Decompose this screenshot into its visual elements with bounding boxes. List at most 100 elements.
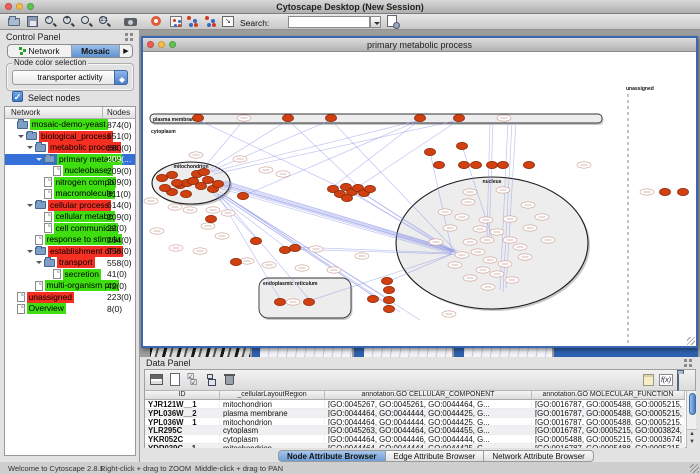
snapshot-icon[interactable] [124,15,138,28]
network-canvas[interactable]: plasma membranemitochondrionnucleusendop… [143,52,696,346]
graph-node-selected[interactable] [384,296,395,303]
help-icon[interactable] [150,15,164,28]
table-cell[interactable]: [GO:0045267, GO:0045261, GO:0044464, G..… [325,400,532,408]
tab-network[interactable]: Network [8,45,72,57]
table-cell[interactable]: [GO:0044464, GO:0044444, GO:0044425, G..… [325,444,532,448]
tree-row-label[interactable]: macromolecule [54,188,116,199]
tree-row[interactable]: nitrogen compo209(0) [5,177,135,189]
expand-triangle-icon[interactable] [27,204,33,210]
open-file-icon[interactable] [7,15,21,28]
table-cell[interactable]: [GO:0016787, GO:0005488, GO:0005215, G..… [532,418,685,426]
graph-node-selected[interactable] [425,148,436,155]
tree-row[interactable]: primary metabol209(... [5,154,135,166]
unselect-attributes-icon[interactable] [205,373,220,387]
search-config-icon[interactable] [386,15,400,28]
table-row[interactable]: YKR052Ccytoplasm[GO:0044464, GO:0044446,… [145,435,685,444]
column-header[interactable]: ID [145,391,220,399]
graph-node-selected[interactable] [181,190,192,197]
graph-node-selected[interactable] [434,161,445,168]
table-row[interactable]: YDR039C__1mitochondrion[GO:0044464, GO:0… [145,444,685,448]
search-input[interactable] [288,16,370,28]
graph-node-selected[interactable] [342,194,353,201]
graph-node-selected[interactable] [199,168,210,175]
float-panel-icon[interactable] [125,33,134,42]
table-cell[interactable]: YLR295C [145,426,220,434]
table-cell[interactable]: [GO:0016787, GO:0005215, GO:0003824, G..… [532,426,685,434]
graph-edge[interactable] [352,120,459,191]
tree-row[interactable]: cellular metabo209(0) [5,211,135,223]
background-window-fragment[interactable] [354,347,364,357]
tree-row-label[interactable]: cellular metabo [54,211,116,222]
tab-edge-attribute-browser[interactable]: Edge Attribute Browser [386,450,485,462]
graph-node-selected[interactable] [365,185,376,192]
graph-node-selected[interactable] [384,305,395,312]
graph-edge[interactable] [208,120,331,172]
column-header[interactable]: annotation.GO CELLULAR_COMPONENT [325,391,532,399]
select-attributes-icon[interactable] [187,373,202,387]
zoom-selected-icon[interactable] [80,15,94,28]
tree-row[interactable]: transport558(0) [5,257,135,269]
graph-node-selected[interactable] [487,161,498,168]
graph-node-selected[interactable] [275,298,286,305]
attribute-table-header[interactable]: ID_cellularLayoutRegionannotation.GO CEL… [145,391,685,400]
tree-row[interactable]: unassigned223(0) [5,292,135,304]
delete-attribute-icon[interactable] [223,373,238,387]
graph-node-selected[interactable] [524,161,535,168]
graph-node-selected[interactable] [368,295,379,302]
link-selection-icon[interactable] [186,15,200,28]
tree-row[interactable]: secretion41(0) [5,269,135,281]
node-color-dropdown[interactable]: transporter activity [12,70,128,85]
graph-edge[interactable] [200,120,244,172]
graph-edge[interactable] [216,192,280,299]
graph-node-selected[interactable] [454,114,465,121]
tree-row[interactable]: cell communicat22(0) [5,223,135,235]
function-builder-icon[interactable]: f(x) [659,373,674,387]
table-cell[interactable]: [GO:0016787, GO:0005488, GO:0005215, G..… [532,409,685,417]
copy-network-icon[interactable] [204,15,218,28]
graph-edge[interactable] [205,120,288,172]
table-row[interactable]: YJR121W__1mitochondrion[GO:0045267, GO:0… [145,400,685,409]
graph-node-selected[interactable] [326,114,337,121]
graph-node-selected[interactable] [415,114,426,121]
table-scrollbar[interactable]: ▲ ▼ [686,391,696,448]
tree-row-label[interactable]: Overview [27,303,66,314]
graph-node-selected[interactable] [471,161,482,168]
tree-row-label[interactable]: mosaic-demo-yeast [30,119,108,130]
network-overview-icon[interactable] [170,15,184,28]
scrollbar-arrows-icon[interactable]: ▲ ▼ [687,429,697,448]
table-row[interactable]: YPL036W__1mitochondrion[GO:0044464, GO:0… [145,418,685,427]
graph-node-selected[interactable] [160,184,171,191]
background-window-fragment[interactable] [464,347,552,357]
graph-node-selected[interactable] [304,298,315,305]
graph-node-selected[interactable] [157,174,168,181]
table-cell[interactable]: plasma membrane [220,409,325,417]
graph-node-selected[interactable] [382,277,393,284]
window-resize-grip[interactable] [687,337,695,345]
table-cell[interactable]: [GO:0045263, GO:0044464, GO:0044455, G..… [325,426,532,434]
tree-row[interactable]: mosaic-demo-yeast874(0) [5,119,135,131]
region-label-plasma-membrane[interactable]: plasma membrane [153,117,197,123]
graph-node-selected[interactable] [459,161,470,168]
tree-row[interactable]: response to stimulu264(0) [5,234,135,246]
tree-row[interactable]: establishment of lo558(0) [5,246,135,258]
new-attribute-icon[interactable] [169,373,184,387]
float-panel-icon[interactable] [684,359,693,368]
graph-node-selected[interactable] [193,114,204,121]
expand-triangle-icon[interactable] [27,250,33,256]
table-cell[interactable]: [GO:0044464, GO:0044446, GO:0044444, G..… [325,435,532,443]
zoom-in-icon[interactable]: + [62,15,76,28]
search-dropdown-arrow-icon[interactable] [370,16,381,28]
table-cell[interactable]: mitochondrion [220,444,325,448]
tree-row[interactable]: metabolic process280(0) [5,142,135,154]
background-window-fragment[interactable] [252,347,260,357]
tree-row-label[interactable]: nucleobase- [63,165,113,176]
table-row[interactable]: YPL036W__2plasma membrane[GO:0044464, GO… [145,409,685,418]
expand-triangle-icon[interactable] [27,146,33,152]
graph-node-selected[interactable] [290,244,301,251]
graph-edge[interactable] [213,193,256,238]
network-window-titlebar[interactable]: primary metabolic process [143,38,696,52]
tree-row-label[interactable]: secretion [63,269,102,280]
region-plasma-membrane[interactable] [150,114,602,123]
annotation-icon[interactable] [642,373,657,387]
table-cell[interactable]: [GO:0016787, GO:0005488, GO:0005215, G..… [532,444,685,448]
